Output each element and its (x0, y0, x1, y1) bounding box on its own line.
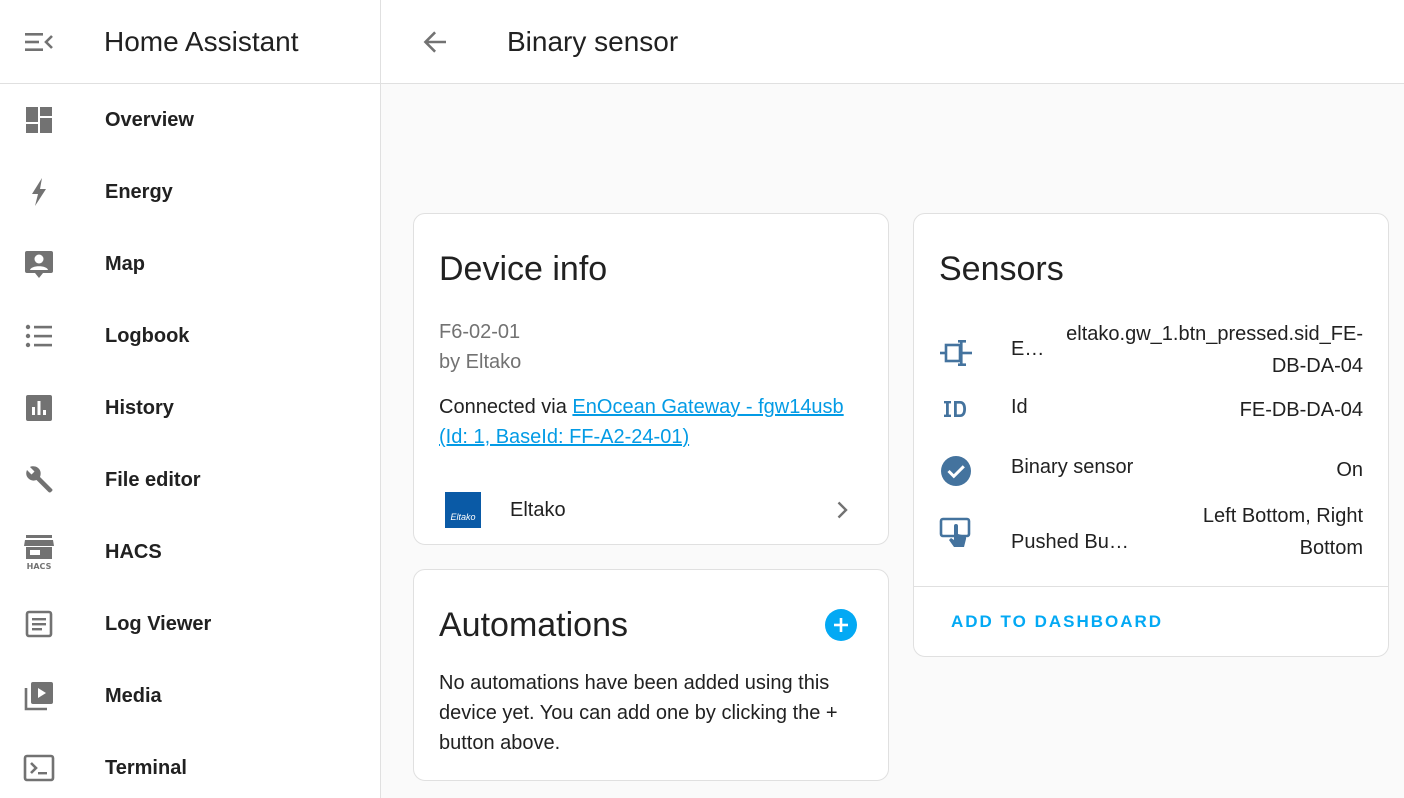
id-icon (938, 398, 974, 420)
sidebar-item-label: Log Viewer (105, 612, 212, 635)
add-to-dashboard-button[interactable]: ADD TO DASHBOARD (951, 612, 1163, 632)
account-box-icon (0, 248, 78, 280)
chevron-right-icon (837, 501, 848, 519)
sidebar-item-log-viewer[interactable]: Log Viewer (0, 588, 380, 660)
sensor-row-event[interactable]: E… eltako.gw_1.btn_pressed.sid_FE-DB-DA-… (914, 318, 1388, 384)
eltako-logo: Eltako (445, 492, 481, 528)
sensor-value: FE-DB-DA-04 (1239, 399, 1363, 421)
sidebar-item-label: Overview (105, 108, 194, 131)
device-manufacturer: by Eltako (439, 351, 522, 373)
chart-box-icon (0, 393, 78, 423)
sidebar-item-label: Map (105, 252, 145, 275)
hacs-store-icon: HACS (0, 533, 78, 571)
automations-card: Automations No automations have been add… (413, 569, 889, 781)
sensor-value: Left Bottom, Right Bottom (1202, 505, 1363, 559)
app-title: Home Assistant (104, 25, 299, 57)
connected-via: Connected via EnOcean Gateway - fgw14usb… (439, 392, 869, 452)
add-automation-button[interactable] (825, 609, 857, 641)
sidebar-item-label: Logbook (105, 324, 190, 347)
card-divider (914, 586, 1388, 587)
sidebar-item-map[interactable]: Map (0, 228, 380, 300)
integration-row[interactable]: Eltako Eltako (414, 482, 888, 538)
wrench-icon (0, 464, 78, 496)
check-circle-icon (938, 455, 974, 487)
gesture-tap-button-icon (938, 516, 974, 550)
top-bar: Binary sensor (381, 0, 1404, 84)
sensor-row-binary[interactable]: Binary sensor On (914, 454, 1388, 490)
sensor-value: eltako.gw_1.btn_pressed.sid_FE-DB-DA-04 (1066, 323, 1363, 377)
view-dashboard-icon (0, 105, 78, 135)
sensor-name: Binary sensor (1011, 456, 1134, 478)
sidebar-item-history[interactable]: History (0, 372, 380, 444)
device-model: F6-02-01 (439, 321, 521, 343)
sensor-name: E… (1011, 338, 1045, 360)
sensors-card: Sensors E… eltako.gw_1.btn_pressed.sid_F… (913, 213, 1389, 657)
back-button[interactable] (381, 0, 489, 84)
sidebar-item-hacs[interactable]: HACS HACS (0, 516, 380, 588)
sidebar: Home Assistant Overview Energy Map Logbo… (0, 0, 381, 798)
sidebar-header: Home Assistant (0, 0, 380, 84)
format-list-bulleted-icon (0, 321, 78, 351)
lightning-bolt-icon (0, 177, 78, 207)
sidebar-item-label: Energy (105, 180, 173, 203)
sensors-title: Sensors (939, 250, 1064, 288)
text-box-icon (0, 609, 78, 639)
menu-toggle-button[interactable] (0, 0, 78, 84)
integration-name: Eltako (510, 498, 566, 521)
sensor-name: Pushed Bu… (1011, 531, 1129, 553)
sensor-row-pushed-buttons[interactable]: Pushed Bu… Left Bottom, Right Bottom (914, 500, 1388, 566)
svg-text:HACS: HACS (27, 562, 52, 571)
plus-icon (834, 618, 848, 632)
sensor-row-id[interactable]: Id FE-DB-DA-04 (914, 394, 1388, 430)
page-title: Binary sensor (507, 25, 679, 57)
sidebar-item-label: History (105, 396, 174, 419)
automations-title: Automations (439, 606, 628, 644)
sidebar-item-overview[interactable]: Overview (0, 84, 380, 156)
menu-open-icon (25, 32, 53, 51)
connection-icon (938, 338, 974, 368)
play-box-multiple-icon (0, 680, 78, 712)
eltako-logo-text: Eltako (450, 512, 476, 522)
sidebar-item-logbook[interactable]: Logbook (0, 300, 380, 372)
sidebar-item-label: File editor (105, 468, 201, 491)
sensor-value: On (1336, 459, 1363, 481)
automations-empty-text: No automations have been added using thi… (439, 672, 838, 754)
sidebar-item-media[interactable]: Media (0, 660, 380, 732)
sidebar-item-label: Media (105, 684, 162, 707)
sidebar-item-terminal[interactable]: Terminal (0, 732, 380, 798)
sidebar-item-label: HACS (105, 540, 162, 563)
sidebar-item-label: Terminal (105, 756, 187, 779)
device-info-card: Device info F6-02-01 by Eltako Connected… (413, 213, 889, 545)
connected-via-label: Connected via (439, 396, 573, 418)
sensor-name: Id (1011, 396, 1028, 418)
sidebar-item-file-editor[interactable]: File editor (0, 444, 380, 516)
sidebar-item-energy[interactable]: Energy (0, 156, 380, 228)
console-icon (0, 753, 78, 783)
device-info-title: Device info (439, 250, 608, 288)
arrow-left-icon (423, 30, 446, 53)
